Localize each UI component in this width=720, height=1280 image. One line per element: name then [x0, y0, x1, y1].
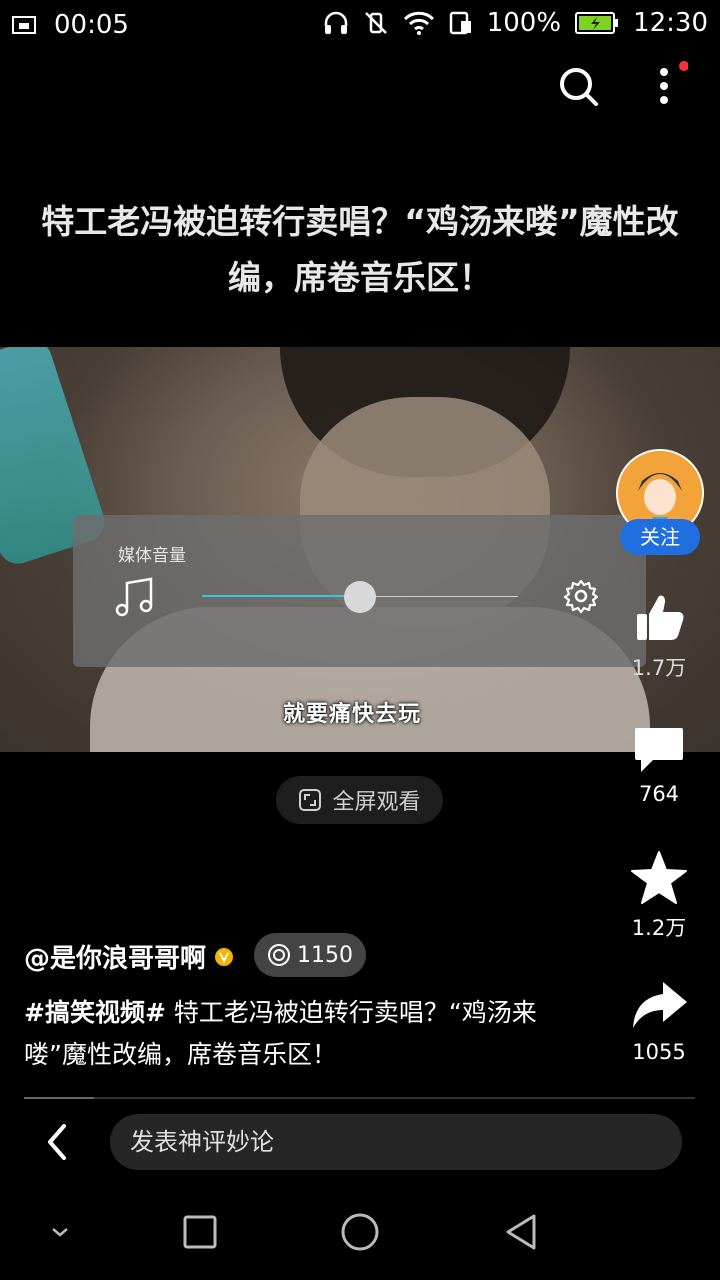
- favorite-button[interactable]: 1.2万: [614, 850, 704, 942]
- home-circle-icon[interactable]: [340, 1212, 380, 1252]
- author-handle: @是你浪哥哥啊: [24, 944, 207, 974]
- comment-input[interactable]: 发表神评妙论: [110, 1114, 682, 1170]
- fullscreen-label: 全屏观看: [332, 790, 421, 815]
- post-description: #搞笑视频# 特工老冯被迫转行卖唱？“鸡汤来喽”魔性改编，席卷音乐区！: [24, 992, 584, 1076]
- coin-count: 1150: [297, 942, 353, 968]
- video-subtitle: 就要痛快去玩: [283, 702, 422, 727]
- progress-indicator: [24, 1097, 94, 1099]
- star-icon: [631, 851, 687, 904]
- recording-timer: 00:05: [54, 10, 129, 40]
- music-note-icon: [115, 577, 153, 617]
- more-options-icon[interactable]: [640, 60, 688, 112]
- share-arrow-icon: [633, 982, 687, 1028]
- volume-slider-thumb[interactable]: [344, 581, 376, 613]
- notification-dot: [679, 61, 688, 71]
- battery-percent: 100%: [486, 8, 562, 38]
- fullscreen-icon: [299, 789, 322, 811]
- status-bar: 00:05 100% 12:30: [0, 0, 720, 50]
- thumbs-up-icon: [637, 595, 684, 640]
- coin-icon: [268, 944, 290, 966]
- data-saver-icon: [449, 11, 471, 35]
- author-name[interactable]: @是你浪哥哥啊: [24, 938, 234, 975]
- wifi-icon: [403, 11, 434, 35]
- search-icon[interactable]: [554, 62, 602, 110]
- settings-gear-icon[interactable]: [563, 578, 599, 614]
- comment-button[interactable]: 764: [614, 722, 704, 806]
- back-arrow-icon[interactable]: [40, 1120, 76, 1164]
- post-title: 特工老冯被迫转行卖唱？“鸡汤来喽”魔性改编，席卷音乐区！: [41, 202, 679, 297]
- hide-nav-chevron-icon[interactable]: [48, 1220, 72, 1244]
- screen-record-icon: [12, 16, 36, 34]
- comment-count: 764: [638, 782, 680, 806]
- divider: [24, 1097, 695, 1099]
- comment-bubble-icon: [635, 728, 683, 772]
- verified-badge-icon: [215, 947, 234, 966]
- follow-button[interactable]: 关注: [620, 519, 700, 555]
- volume-panel: 媒体音量: [73, 515, 646, 667]
- battery-charging-icon: [575, 12, 619, 34]
- back-triangle-icon[interactable]: [502, 1212, 540, 1252]
- vibrate-off-icon: [364, 12, 387, 34]
- share-button[interactable]: 1055: [614, 978, 704, 1064]
- coin-badge[interactable]: 1150: [254, 933, 366, 977]
- navigation-bar: [0, 1190, 720, 1280]
- like-count: 1.7万: [631, 656, 687, 680]
- favorite-count: 1.2万: [631, 916, 687, 940]
- recents-square-icon[interactable]: [182, 1214, 218, 1250]
- fullscreen-button[interactable]: 全屏观看: [276, 776, 443, 824]
- headphones-icon: [324, 11, 347, 34]
- volume-label: 媒体音量: [118, 546, 186, 566]
- hashtag-link[interactable]: #搞笑视频#: [24, 998, 166, 1027]
- share-count: 1055: [632, 1040, 686, 1064]
- like-button[interactable]: 1.7万: [614, 590, 704, 682]
- volume-fill: [202, 595, 360, 597]
- clock: 12:30: [633, 8, 708, 38]
